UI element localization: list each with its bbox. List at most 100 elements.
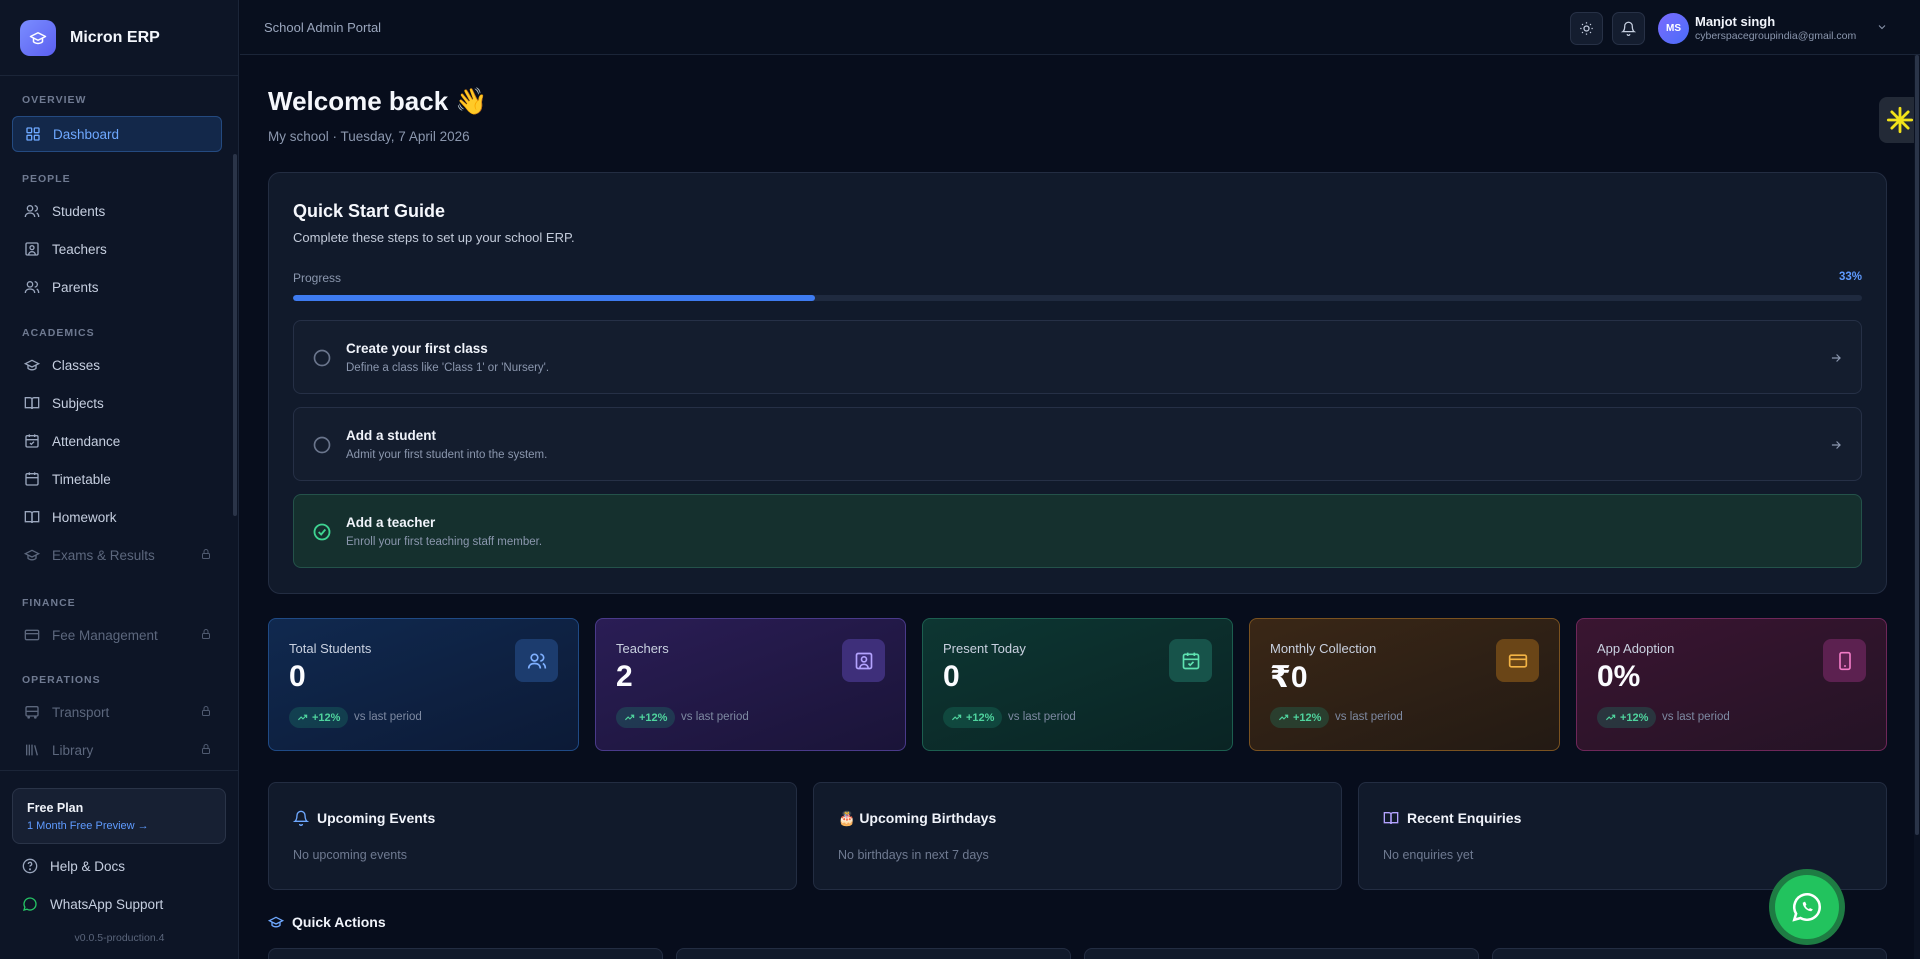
stat-value: ₹0 [1270,661,1308,694]
brand[interactable]: Micron ERP [0,0,238,76]
stat-label: Total Students [289,641,372,656]
card-icon [1496,639,1539,682]
sidebar-item-label: Transport [52,704,110,720]
sidebar-footer: Free Plan 1 Month Free Preview → Help & … [0,770,239,959]
trend-note: vs last period [1008,711,1076,723]
stat-app-adoption[interactable]: App Adoption 0% +12% vs last period [1576,618,1887,751]
theme-toggle-button[interactable] [1570,12,1603,45]
sidebar-item-label: Dashboard [53,126,120,142]
card-header: Upcoming Events [293,810,435,826]
app-name: Micron ERP [70,28,160,46]
step-title: Add a teacher [346,515,436,530]
user-email: cyberspacegroupindia@gmail.com [1695,30,1857,42]
step-add-teacher[interactable]: Add a teacher Enroll your first teaching… [293,494,1862,568]
arrow-right-icon [1829,438,1843,452]
trend-value: +12% [312,711,341,724]
trend-value: +12% [639,711,668,724]
sidebar-nav: OVERVIEW Dashboard PEOPLE Students Teach… [0,76,239,770]
sidebar-item-label: Fee Management [52,627,158,643]
bell-icon [293,810,309,826]
step-description: Enroll your first teaching staff member. [346,536,543,548]
quick-action-card[interactable] [1492,948,1887,959]
card-title: 🎂 Upcoming Birthdays [838,810,997,826]
graduation-cap-icon [20,19,56,56]
sidebar-scrollbar[interactable] [233,154,237,516]
trend-note: vs last period [681,711,749,723]
circle-icon [312,435,332,455]
lock-icon [200,743,212,755]
trend-note: vs last period [1335,711,1403,723]
quick-start-description: Complete these steps to set up your scho… [293,230,575,245]
notifications-button[interactable] [1612,12,1645,45]
sidebar-item-subjects[interactable]: Subjects [12,385,222,421]
sidebar-item-transport[interactable]: Transport [12,694,222,730]
stat-present-today[interactable]: Present Today 0 +12% vs last period [922,618,1233,751]
sidebar-item-attendance[interactable]: Attendance [12,423,222,459]
section-people: PEOPLE [22,173,71,185]
sidebar-item-students[interactable]: Students [12,193,222,229]
plan-card[interactable]: Free Plan 1 Month Free Preview → [12,788,226,844]
chevron-down-icon[interactable] [1876,21,1888,33]
app-version: v0.0.5-production.4 [74,932,165,944]
user-name[interactable]: Manjot singh [1695,14,1775,29]
contact-icon [842,639,885,682]
page-title: Welcome back 👋 [268,86,488,116]
step-create-class[interactable]: Create your first class Define a class l… [293,320,1862,394]
section-operations: OPERATIONS [22,674,101,686]
whatsapp-support-link[interactable]: WhatsApp Support [22,896,163,912]
upcoming-birthdays-card: 🎂 Upcoming Birthdays No birthdays in nex… [813,782,1342,890]
sidebar-item-library[interactable]: Library [12,732,222,768]
sidebar-item-teachers[interactable]: Teachers [12,231,222,267]
stat-value: 0% [1597,660,1641,693]
step-title: Create your first class [346,341,488,356]
stat-teachers[interactable]: Teachers 2 +12% vs last period [595,618,906,751]
stat-label: App Adoption [1597,641,1675,656]
quick-start-guide: Quick Start Guide Complete these steps t… [268,172,1887,594]
section-academics: ACADEMICS [22,327,95,339]
sidebar-item-homework[interactable]: Homework [12,499,222,535]
scrollbar-thumb[interactable] [1915,55,1919,835]
graduation-cap-icon [24,357,40,373]
sidebar-item-label: Students [52,203,106,219]
phone-icon [1823,639,1866,682]
avatar[interactable]: MS [1658,13,1689,44]
whatsapp-chat-button[interactable] [1769,869,1845,945]
lock-icon [200,548,212,560]
sun-icon [1579,21,1594,36]
whatsapp-icon [1775,875,1839,939]
stat-total-students[interactable]: Total Students 0 +12% vs last period [268,618,579,751]
contact-icon [24,241,40,257]
sidebar: Micron ERP OVERVIEW Dashboard PEOPLE Stu… [0,0,239,959]
sidebar-item-fee-management[interactable]: Fee Management [12,617,222,653]
free-preview-link[interactable]: 1 Month Free Preview → [27,820,211,832]
stat-value: 2 [616,660,633,693]
step-add-student[interactable]: Add a student Admit your first student i… [293,407,1862,481]
bell-icon [1621,21,1636,36]
sparkle-icon [1886,106,1914,134]
stat-label: Monthly Collection [1270,641,1377,656]
quick-actions-title: Quick Actions [292,914,386,930]
card-header: Recent Enquiries [1383,810,1521,826]
sidebar-item-timetable[interactable]: Timetable [12,461,222,497]
empty-state: No enquiries yet [1383,848,1474,862]
sidebar-item-label: Classes [52,357,101,373]
stat-monthly-collection[interactable]: Monthly Collection ₹0 +12% vs last perio… [1249,618,1560,751]
trend-value: +12% [1293,711,1322,724]
quick-action-card[interactable] [676,948,1071,959]
stat-label: Present Today [943,641,1026,656]
sidebar-item-classes[interactable]: Classes [12,347,222,383]
sidebar-item-dashboard[interactable]: Dashboard [12,116,222,152]
trend-badge: +12% [1597,707,1657,728]
trend-badge: +12% [289,707,349,728]
card-header: 🎂 Upcoming Birthdays [838,810,996,827]
whatsapp-icon [22,896,38,912]
sidebar-item-exams[interactable]: Exams & Results [12,537,222,573]
sidebar-item-parents[interactable]: Parents [12,269,222,305]
page-scrollbar[interactable] [1914,55,1920,959]
progress-bar [293,295,1862,301]
trend-badge: +12% [943,707,1003,728]
help-docs-label: Help & Docs [50,858,126,874]
quick-action-card[interactable] [268,948,663,959]
help-docs-link[interactable]: Help & Docs [22,858,125,874]
quick-action-card[interactable] [1084,948,1479,959]
